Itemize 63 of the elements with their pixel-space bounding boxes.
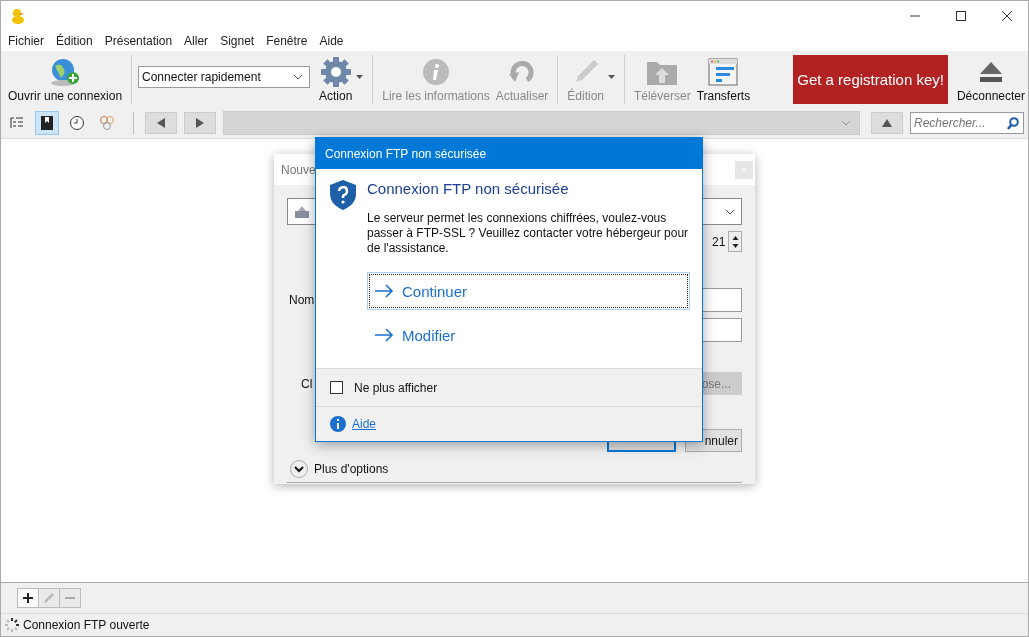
right-triangle-icon: [195, 118, 205, 128]
info-icon: [421, 58, 450, 86]
chevron-down-icon: [841, 120, 851, 126]
menu-item[interactable]: Aller: [184, 34, 209, 48]
menu-item[interactable]: Présentation: [104, 34, 173, 48]
right-arrow-icon: [374, 328, 394, 342]
up-triangle-icon: [882, 119, 892, 127]
right-arrow-icon: [374, 284, 394, 298]
dont-show-checkbox[interactable]: Ne plus afficher: [330, 380, 438, 395]
field-label: Cl: [300, 376, 313, 391]
toolbar-button[interactable]: Action: [315, 51, 367, 108]
spinner-icon: [4, 617, 20, 633]
more-options-label[interactable]: Plus d'options: [314, 462, 389, 476]
help-link[interactable]: Aide: [352, 417, 377, 431]
left-triangle-icon: [156, 118, 166, 128]
toolbar-button[interactable]: Transferts: [693, 51, 754, 108]
chevron-down-icon[interactable]: [290, 460, 308, 478]
up-down-arrows-icon: [730, 233, 740, 250]
menu-item[interactable]: Édition: [56, 34, 93, 48]
chevron-down-icon: [292, 73, 303, 80]
maximize-icon[interactable]: [956, 11, 966, 21]
circles-icon: [99, 115, 115, 131]
registration-button[interactable]: Get a registration key!: [793, 55, 948, 104]
gear-icon: [319, 56, 352, 88]
quick-connect-dropdown[interactable]: Connecter rapidement: [138, 65, 310, 88]
menu-item[interactable]: Signet: [220, 34, 255, 48]
transfers-window-icon: [708, 58, 739, 86]
dialog-heading: Connexion FTP non sécurisée: [367, 180, 570, 197]
globe-plus-icon: [49, 56, 82, 88]
add-button[interactable]: [17, 588, 39, 608]
chevron-down-icon: [725, 208, 735, 215]
port-spinner[interactable]: [728, 231, 742, 252]
menu-item[interactable]: Fenêtre: [266, 34, 308, 48]
caret-icon: [356, 75, 364, 79]
outline-icon: [10, 116, 24, 130]
back-button[interactable]: [145, 112, 177, 134]
menu-item[interactable]: Aide: [319, 34, 344, 48]
command-link[interactable]: Modifier: [367, 316, 690, 354]
command-link[interactable]: Continuer: [367, 272, 690, 310]
dialog-title: Connexion FTP non sécurisée: [316, 138, 702, 169]
drive-icon: [294, 204, 310, 219]
parent-folder-button[interactable]: [871, 112, 903, 134]
bookmark-icon: [40, 115, 54, 131]
menu-item[interactable]: Fichier: [8, 34, 44, 48]
search-field[interactable]: Rechercher...: [910, 112, 1024, 134]
duck-icon: [11, 8, 25, 24]
close-icon[interactable]: [1002, 11, 1012, 21]
view-button[interactable]: [35, 111, 59, 135]
clock-icon: [69, 115, 85, 131]
field-label: Nom: [288, 293, 315, 307]
open-connection-button[interactable]: Ouvrir une connexion: [5, 51, 126, 108]
plus-icon: [23, 593, 33, 603]
port-field[interactable]: 21: [712, 231, 728, 252]
search-icon: [1007, 117, 1019, 130]
info-icon: [330, 416, 346, 432]
shield-question-icon: [328, 179, 358, 211]
disconnect-button[interactable]: Déconnecter: [953, 51, 1028, 108]
dialog-title: Nouve: [281, 162, 316, 177]
forward-button[interactable]: [184, 112, 216, 134]
pencil-icon: [43, 592, 55, 604]
dialog-message: Le serveur permet les connexions chiffrées, voulez-vous passer à FTP-SSL ? Veuillez contacter votre hébergeur pour de l'assistance.: [367, 211, 690, 256]
caret-icon: [608, 75, 615, 79]
status-text: Connexion FTP ouverte: [23, 618, 150, 632]
